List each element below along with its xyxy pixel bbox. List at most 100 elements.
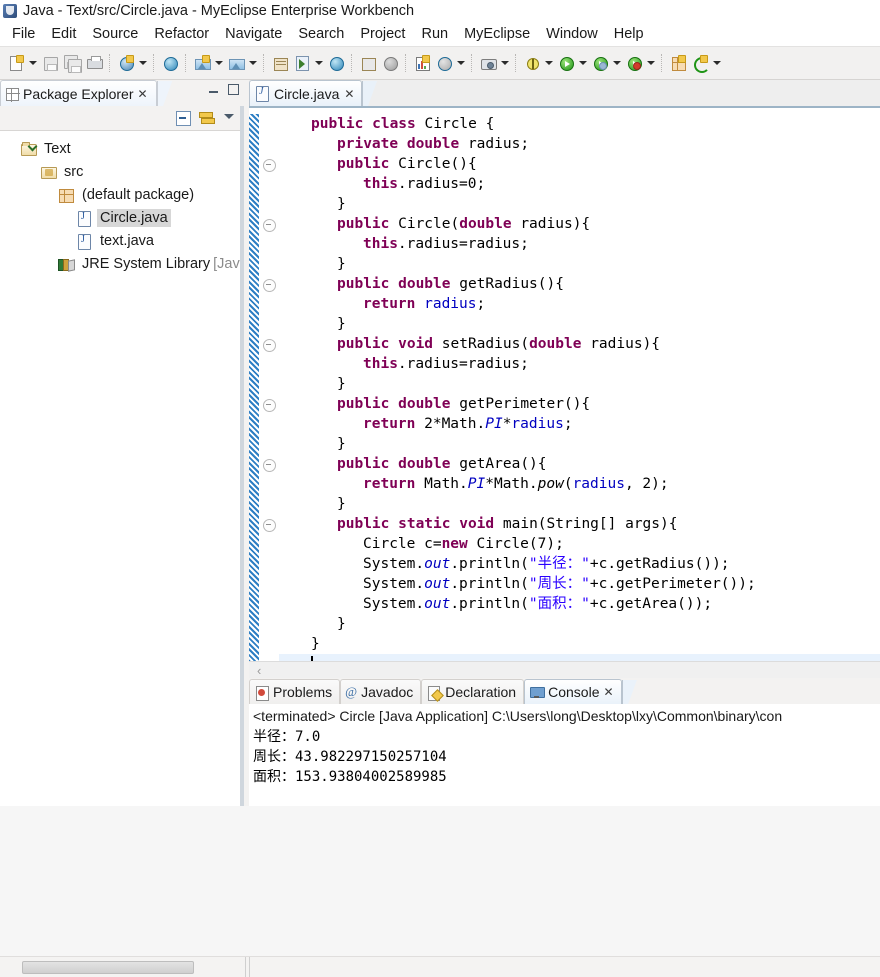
menu-navigate[interactable]: Navigate [217,26,290,42]
code-line[interactable]: this.radius=radius; [279,234,880,254]
code-line[interactable]: public class Circle { [279,114,880,134]
code-line[interactable]: return 2*Math.PI*radius; [279,414,880,434]
tree-item-text-java[interactable]: text.java [0,229,244,252]
database-explorer-icon[interactable] [269,51,291,75]
close-icon[interactable]: ✕ [603,685,613,699]
print-icon[interactable] [83,51,105,75]
snapshot-icon[interactable] [477,51,499,75]
code-text[interactable]: public class Circle {private double radi… [279,108,880,661]
fold-toggle-icon[interactable] [263,519,276,532]
close-icon[interactable]: ✕ [344,87,354,101]
code-line[interactable]: Circle c=new Circle(7); [279,534,880,554]
code-line[interactable]: } [279,254,880,274]
menu-edit[interactable]: Edit [43,26,84,42]
link-with-editor-icon[interactable] [198,109,216,127]
code-line[interactable]: public static void main(String[] args){ [279,514,880,534]
code-line[interactable]: public double getPerimeter(){ [279,394,880,414]
profile-icon[interactable] [623,51,645,75]
run-history-dropdown-icon[interactable] [611,51,623,75]
code-line[interactable]: public Circle(){ [279,154,880,174]
code-line[interactable]: } [279,614,880,634]
tree-item-circle-java[interactable]: Circle.java [0,206,244,229]
menu-window[interactable]: Window [538,26,606,42]
new-wizard-dropdown-icon[interactable] [27,51,39,75]
run-dropdown-icon[interactable] [577,51,589,75]
view-menu-icon[interactable] [222,109,240,127]
fold-toggle-icon[interactable] [263,279,276,292]
code-line[interactable]: public double getArea(){ [279,454,880,474]
menu-refactor[interactable]: Refactor [146,26,217,42]
new-report-dropdown-icon[interactable] [455,51,467,75]
tree-item-src[interactable]: src [0,160,244,183]
code-line[interactable]: } [279,434,880,454]
maximize-icon[interactable] [227,83,240,96]
tree-item-text[interactable]: Text [0,137,244,160]
fold-toggle-icon[interactable] [263,459,276,472]
scroll-left-icon[interactable]: ‹ [257,663,261,678]
new-wizard-icon[interactable] [5,51,27,75]
import-icon[interactable] [357,51,379,75]
code-line[interactable]: public double getRadius(){ [279,274,880,294]
code-line[interactable] [279,654,880,661]
code-line[interactable]: private double radius; [279,134,880,154]
refresh-icon[interactable] [689,51,711,75]
menu-source[interactable]: Source [84,26,146,42]
code-line[interactable]: System.out.println("面积："+c.getArea()); [279,594,880,614]
web-browser-icon[interactable] [159,51,181,75]
menu-search[interactable]: Search [290,26,352,42]
code-line[interactable]: this.radius=0; [279,174,880,194]
tab-circle-java[interactable]: Circle.java ✕ [249,80,363,106]
code-line[interactable]: return Math.PI*Math.pow(radius, 2); [279,474,880,494]
tab-declaration[interactable]: Declaration [421,679,525,704]
menu-help[interactable]: Help [606,26,652,42]
code-line[interactable]: } [279,314,880,334]
tab-package-explorer[interactable]: Package Explorer ✕ [0,80,157,106]
save-all-icon[interactable] [61,51,83,75]
tree-item-default-package[interactable]: (default package) [0,183,244,206]
code-line[interactable]: } [279,194,880,214]
new-myeclipse-project-dropdown-icon[interactable] [137,51,149,75]
tab-javadoc[interactable]: @ Javadoc [340,679,422,704]
tab-console[interactable]: Console ✕ [524,679,622,704]
debug-dropdown-icon[interactable] [543,51,555,75]
menu-run[interactable]: Run [413,26,456,42]
code-line[interactable]: public void setRadius(double radius){ [279,334,880,354]
code-line[interactable]: System.out.println("周长："+c.getPerimeter(… [279,574,880,594]
code-line[interactable]: public Circle(double radius){ [279,214,880,234]
new-report-icon[interactable] [433,51,455,75]
java-editor[interactable]: public class Circle {private double radi… [249,108,880,661]
console-output[interactable]: <terminated> Circle [Java Application] C… [249,704,880,806]
save-icon[interactable] [39,51,61,75]
open-browser-icon[interactable] [325,51,347,75]
collapse-all-icon[interactable] [174,109,192,127]
status-scrollbar-thumb[interactable] [22,961,194,974]
tree-item-jre-system-library[interactable]: JRE System Library [JavaS [0,252,244,275]
code-line[interactable]: this.radius=radius; [279,354,880,374]
profile-dropdown-icon[interactable] [645,51,657,75]
editor-horizontal-scrollbar[interactable]: ‹ [249,661,880,678]
editor-gutter[interactable] [249,108,279,661]
server-dropdown-icon[interactable] [247,51,259,75]
code-line[interactable]: } [279,634,880,654]
fold-toggle-icon[interactable] [263,399,276,412]
tab-problems[interactable]: Problems [249,679,341,704]
deploy-icon[interactable] [191,51,213,75]
refresh-dropdown-icon[interactable] [711,51,723,75]
code-line[interactable]: return radius; [279,294,880,314]
chart-report-icon[interactable] [411,51,433,75]
run-icon[interactable] [555,51,577,75]
menu-myeclipse[interactable]: MyEclipse [456,26,538,42]
new-myeclipse-project-icon[interactable] [115,51,137,75]
server-icon[interactable] [225,51,247,75]
fold-toggle-icon[interactable] [263,339,276,352]
run-server-icon[interactable] [291,51,313,75]
run-server-dropdown-icon[interactable] [313,51,325,75]
code-line[interactable]: } [279,494,880,514]
debug-icon[interactable] [521,51,543,75]
menu-file[interactable]: File [4,26,43,42]
code-line[interactable]: } [279,374,880,394]
code-line[interactable]: System.out.println("半径："+c.getRadius()); [279,554,880,574]
export-icon[interactable] [379,51,401,75]
new-java-package-icon[interactable] [667,51,689,75]
snapshot-dropdown-icon[interactable] [499,51,511,75]
